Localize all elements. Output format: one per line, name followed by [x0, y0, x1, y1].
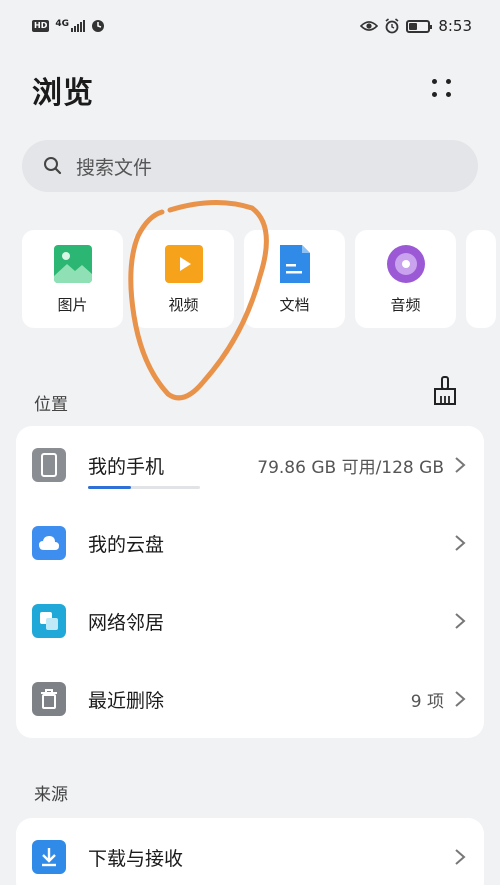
category-images[interactable]: 图片	[22, 230, 123, 328]
eye-icon	[360, 21, 379, 31]
sync-status-icon	[92, 20, 104, 32]
image-icon	[53, 244, 92, 283]
list-item-label: 我的云盘	[88, 533, 165, 556]
hd-badge: HD	[32, 20, 50, 32]
chevron-right-icon	[455, 535, 466, 551]
search-icon	[44, 157, 62, 175]
more-options-button[interactable]	[422, 68, 462, 108]
category-label: 视频	[168, 295, 199, 314]
category-videos[interactable]: 视频	[133, 230, 234, 328]
alarm-icon	[385, 18, 399, 34]
more-dot	[432, 92, 437, 97]
page-title: 浏览	[32, 76, 94, 111]
sources-list: 下载与接收	[16, 818, 484, 885]
list-item-label: 最近删除	[88, 689, 165, 712]
audio-icon	[386, 244, 425, 283]
category-row: 图片 视频 文档 音频	[22, 230, 500, 328]
download-icon	[32, 840, 66, 874]
status-time: 8:53	[438, 17, 472, 35]
network-icon	[32, 604, 66, 638]
more-dot	[432, 79, 437, 84]
video-icon	[164, 244, 203, 283]
locations-list: 我的手机 79.86 GB 可用/128 GB 我的云盘 网络邻居 最近删除 9…	[16, 426, 484, 738]
search-input[interactable]: 搜索文件	[22, 140, 478, 192]
chevron-right-icon	[455, 457, 466, 473]
category-label: 文档	[279, 295, 310, 314]
storage-progress-fill	[88, 486, 131, 489]
storage-detail: 79.86 GB 可用/128 GB	[257, 457, 444, 478]
chevron-right-icon	[455, 849, 466, 865]
broom-icon[interactable]	[432, 376, 458, 406]
category-audio[interactable]: 音频	[355, 230, 456, 328]
more-dot	[446, 79, 451, 84]
battery-icon	[406, 19, 433, 33]
search-placeholder: 搜索文件	[76, 156, 153, 179]
document-icon	[279, 244, 310, 283]
category-label: 图片	[57, 295, 88, 314]
section-label-locations: 位置	[34, 395, 68, 415]
trash-icon	[32, 682, 66, 716]
section-label-sources: 来源	[34, 785, 68, 805]
list-item-label: 我的手机	[88, 455, 165, 478]
chevron-right-icon	[455, 691, 466, 707]
list-item-label: 下载与接收	[88, 847, 184, 870]
list-item-network-neighbor[interactable]: 网络邻居	[16, 582, 484, 660]
category-label: 音频	[390, 295, 421, 314]
chevron-right-icon	[455, 613, 466, 629]
more-dot	[446, 92, 451, 97]
storage-progress-bar	[88, 486, 200, 489]
signal-icon	[71, 20, 85, 32]
status-left: HD 4G	[32, 19, 105, 33]
item-count: 9 项	[410, 691, 444, 712]
list-item-my-phone[interactable]: 我的手机 79.86 GB 可用/128 GB	[16, 426, 484, 504]
list-item-my-cloud[interactable]: 我的云盘	[16, 504, 484, 582]
list-item-label: 网络邻居	[88, 611, 165, 634]
phone-icon	[32, 448, 66, 482]
cloud-icon	[32, 526, 66, 560]
category-more-partial[interactable]	[466, 230, 496, 328]
list-item-recently-deleted[interactable]: 最近删除 9 项	[16, 660, 484, 738]
status-bar: HD 4G 8:53	[0, 0, 500, 52]
status-right: 8:53	[360, 17, 472, 35]
list-item-downloads[interactable]: 下载与接收	[16, 818, 484, 885]
network-type: 4G	[55, 19, 69, 29]
category-documents[interactable]: 文档	[244, 230, 345, 328]
